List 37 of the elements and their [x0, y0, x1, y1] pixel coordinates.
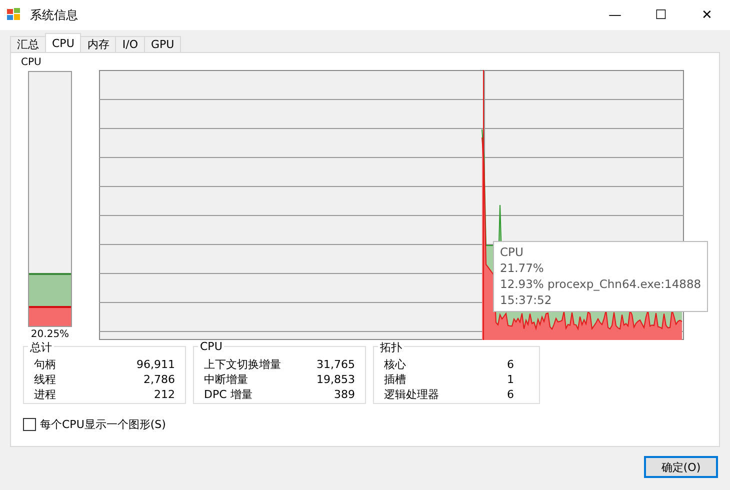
stat-label: 句柄	[34, 357, 56, 372]
meter-reading: 20.25%	[30, 329, 70, 340]
stat-value: 96,911	[136, 357, 175, 372]
tooltip-text: 15:37:52	[500, 292, 553, 308]
checkbox[interactable]	[23, 418, 36, 431]
stat-value: 19,853	[316, 372, 355, 387]
stat-value: 31,765	[316, 357, 355, 372]
tooltip-text: 21.77%	[500, 260, 545, 276]
group-title: 拓扑	[378, 340, 404, 355]
stat-label: 进程	[34, 387, 56, 402]
stat-value: 389	[333, 387, 355, 402]
ok-button[interactable]: 确定(O)	[644, 456, 718, 478]
stat-label: 逻辑处理器	[384, 387, 440, 402]
tab[interactable]: 汇总	[10, 36, 46, 52]
stat-value: 6	[506, 387, 514, 402]
stat-value: 2,786	[142, 372, 175, 387]
stat-label: 核心	[384, 357, 407, 372]
window-title: 系统信息	[30, 6, 78, 24]
stat-value: 212	[153, 387, 175, 402]
stat-label: 中断增量	[204, 372, 249, 387]
tooltip-text: CPU	[500, 244, 524, 260]
tab[interactable]: I/O	[115, 36, 145, 52]
checkbox-label[interactable]: 每个CPU显示一个图形(S)	[40, 417, 166, 432]
stat-value: 1	[506, 372, 514, 387]
app-icon	[6, 8, 22, 22]
group-title: CPU	[198, 340, 224, 353]
meter-label: CPU	[21, 57, 42, 70]
stat-label: 线程	[34, 372, 56, 387]
tab[interactable]: GPU	[144, 36, 182, 52]
tab[interactable]: 内存	[80, 36, 116, 52]
stat-label: 插槽	[384, 372, 407, 387]
stat-label: 上下文切换增量	[204, 357, 281, 372]
stat-label: DPC 增量	[204, 387, 254, 402]
group-title: 总计	[28, 340, 54, 355]
stat-value: 6	[506, 357, 514, 372]
tooltip-text: 12.93% procexp_Chn64.exe:14888	[500, 276, 702, 292]
tab[interactable]: CPU	[45, 33, 82, 52]
